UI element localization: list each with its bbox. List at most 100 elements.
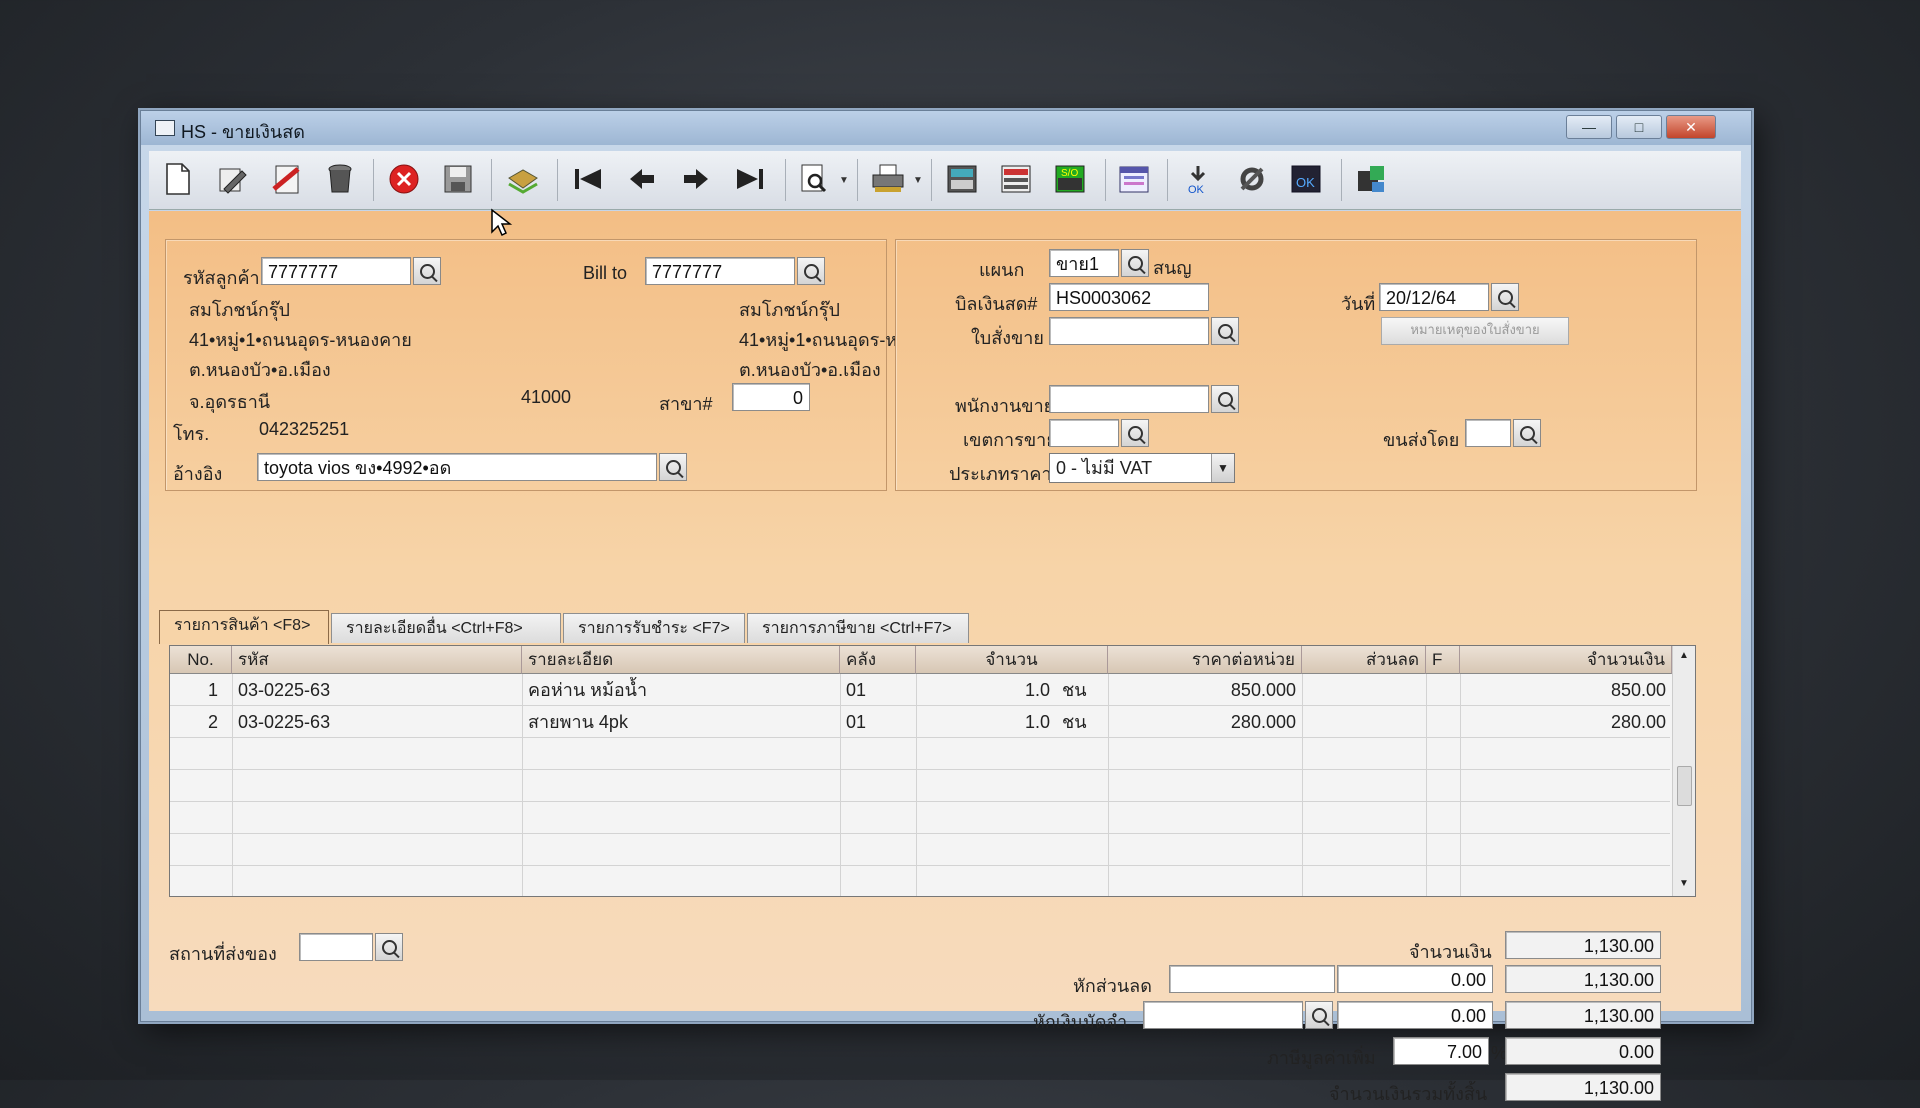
toolbar: ▼ ▼ S/O OK OK: [149, 151, 1741, 210]
col-header-warehouse[interactable]: คลัง: [840, 646, 916, 674]
delivery-location-label: สถานที่ส่งของ: [169, 944, 277, 964]
new-document-icon[interactable]: [159, 160, 197, 198]
first-record-icon[interactable]: [569, 160, 607, 198]
close-icon[interactable]: [385, 160, 423, 198]
chevron-down-icon[interactable]: ▼: [1211, 454, 1234, 482]
date-field[interactable]: 20/12/64: [1379, 283, 1489, 311]
search-icon: [1519, 425, 1535, 441]
delivery-location-field[interactable]: [299, 933, 373, 961]
row-unit: ชน: [1062, 712, 1087, 732]
row-discount: [1302, 675, 1426, 705]
billto-address-1: 41•หมู่•1•ถนนอุดร-ห: [739, 330, 898, 350]
bill-number-field[interactable]: HS0003062: [1049, 283, 1209, 311]
app-icon: [155, 120, 175, 136]
tools-icon[interactable]: [1233, 160, 1271, 198]
billto-field[interactable]: 7777777: [645, 257, 795, 285]
preview-icon[interactable]: [795, 160, 833, 198]
search-icon: [803, 263, 819, 279]
scroll-up-icon[interactable]: ▲: [1679, 650, 1689, 661]
department-name: สนญ: [1153, 258, 1192, 278]
discount-amount-field[interactable]: 0.00: [1337, 965, 1493, 993]
reference-label: อ้างอิง: [173, 464, 223, 484]
col-header-flag[interactable]: F: [1426, 646, 1460, 674]
shipping-field[interactable]: [1465, 419, 1511, 447]
tab-items[interactable]: รายการสินค้า <F8>: [159, 610, 329, 644]
deposit-text-field[interactable]: [1143, 1001, 1303, 1029]
last-record-icon[interactable]: [731, 160, 769, 198]
col-header-unit-price[interactable]: ราคาต่อหน่วย: [1108, 646, 1302, 674]
print-icon[interactable]: [869, 160, 907, 198]
minimize-button[interactable]: —: [1566, 115, 1612, 139]
previous-record-icon[interactable]: [623, 160, 661, 198]
reference-field[interactable]: toyota vios ขง•4992•อด: [257, 453, 657, 481]
export-icon[interactable]: [1353, 160, 1391, 198]
maximize-button[interactable]: □: [1616, 115, 1662, 139]
delete-bin-icon[interactable]: [321, 160, 359, 198]
branch-label: สาขา#: [659, 394, 713, 414]
discount-text-field[interactable]: [1169, 965, 1335, 993]
copy-icon[interactable]: [503, 160, 541, 198]
sales-area-search-button[interactable]: [1121, 419, 1149, 447]
col-header-description[interactable]: รายละเอียด: [522, 646, 840, 674]
tab-other-details[interactable]: รายละเอียดอื่น <Ctrl+F8>: [331, 613, 561, 643]
deposit-search-button[interactable]: [1305, 1001, 1333, 1029]
delivery-search-button[interactable]: [375, 933, 403, 961]
sales-area-field[interactable]: [1049, 419, 1119, 447]
salesman-field[interactable]: [1049, 385, 1209, 413]
row-description: คอห่าน หม้อน้ำ: [528, 680, 648, 700]
search-icon: [1127, 425, 1143, 441]
customer-address-1: 41•หมู่•1•ถนนอุดร-หนองคาย: [189, 330, 412, 350]
sales-order-field[interactable]: [1049, 317, 1209, 345]
sales-order-icon[interactable]: S/O: [1051, 160, 1089, 198]
department-field[interactable]: ขาย1: [1049, 249, 1119, 277]
title-bar[interactable]: HS - ขายเงินสด — □ ✕: [141, 111, 1751, 145]
scrollbar-thumb[interactable]: [1677, 766, 1692, 806]
price-type-label: ประเภทราคา: [949, 464, 1052, 484]
row-unit-price: 280.000: [1230, 712, 1296, 732]
col-header-no[interactable]: No.: [170, 646, 232, 674]
col-header-discount[interactable]: ส่วนลด: [1302, 646, 1426, 674]
search-icon: [381, 939, 397, 955]
calendar-icon[interactable]: [1115, 160, 1153, 198]
edit-icon[interactable]: [213, 160, 251, 198]
sales-order-search-button[interactable]: [1211, 317, 1239, 345]
cancel-doc-icon[interactable]: [267, 160, 305, 198]
col-header-code[interactable]: รหัส: [232, 646, 522, 674]
customer-search-button[interactable]: [413, 257, 441, 285]
next-record-icon[interactable]: [677, 160, 715, 198]
tab-payments[interactable]: รายการรับชำระ <F7>: [563, 613, 745, 643]
customer-address-2: ต.หนองบัว•อ.เมือง: [189, 360, 331, 380]
salesman-search-button[interactable]: [1211, 385, 1239, 413]
date-picker-button[interactable]: [1491, 283, 1519, 311]
vat-rate-field[interactable]: 7.00: [1393, 1037, 1489, 1065]
scroll-down-icon[interactable]: ▼: [1679, 878, 1689, 889]
sales-area-label: เขตการขาย: [963, 430, 1057, 450]
approve-icon[interactable]: OK: [1179, 160, 1217, 198]
preview-dropdown-icon[interactable]: ▼: [839, 175, 849, 186]
deposit-amount-field[interactable]: 0.00: [1337, 1001, 1493, 1029]
search-icon: [1217, 323, 1233, 339]
price-type-select[interactable]: 0 - ไม่มี VAT ▼: [1049, 453, 1235, 483]
items-grid[interactable]: No. รหัส รายละเอียด คลัง จำนวน ราคาต่อหน…: [169, 645, 1696, 897]
col-header-quantity[interactable]: จำนวน: [916, 646, 1108, 674]
bill-number-label: บิลเงินสด#: [955, 294, 1038, 314]
department-search-button[interactable]: [1121, 249, 1149, 277]
shipping-search-button[interactable]: [1513, 419, 1541, 447]
print-dropdown-icon[interactable]: ▼: [913, 175, 923, 186]
phone-value: 042325251: [259, 419, 350, 439]
tab-sales-tax[interactable]: รายการภาษีขาย <Ctrl+F7>: [747, 613, 969, 643]
billto-search-button[interactable]: [797, 257, 825, 285]
col-header-amount[interactable]: จำนวนเงิน: [1460, 646, 1672, 674]
close-window-button[interactable]: ✕: [1666, 115, 1716, 139]
calculator-icon[interactable]: [943, 160, 981, 198]
branch-field[interactable]: 0: [732, 383, 810, 411]
customer-code-field[interactable]: 7777777: [261, 257, 411, 285]
row-discount: [1302, 707, 1426, 737]
sales-order-note-button[interactable]: หมายเหตุของใบสั่งขาย: [1381, 317, 1569, 345]
reference-search-button[interactable]: [659, 453, 687, 481]
confirm-icon[interactable]: OK: [1287, 160, 1325, 198]
report-icon[interactable]: [997, 160, 1035, 198]
save-icon[interactable]: [439, 160, 477, 198]
search-icon: [1497, 289, 1513, 305]
grid-scrollbar[interactable]: ▲ ▼: [1672, 646, 1695, 896]
